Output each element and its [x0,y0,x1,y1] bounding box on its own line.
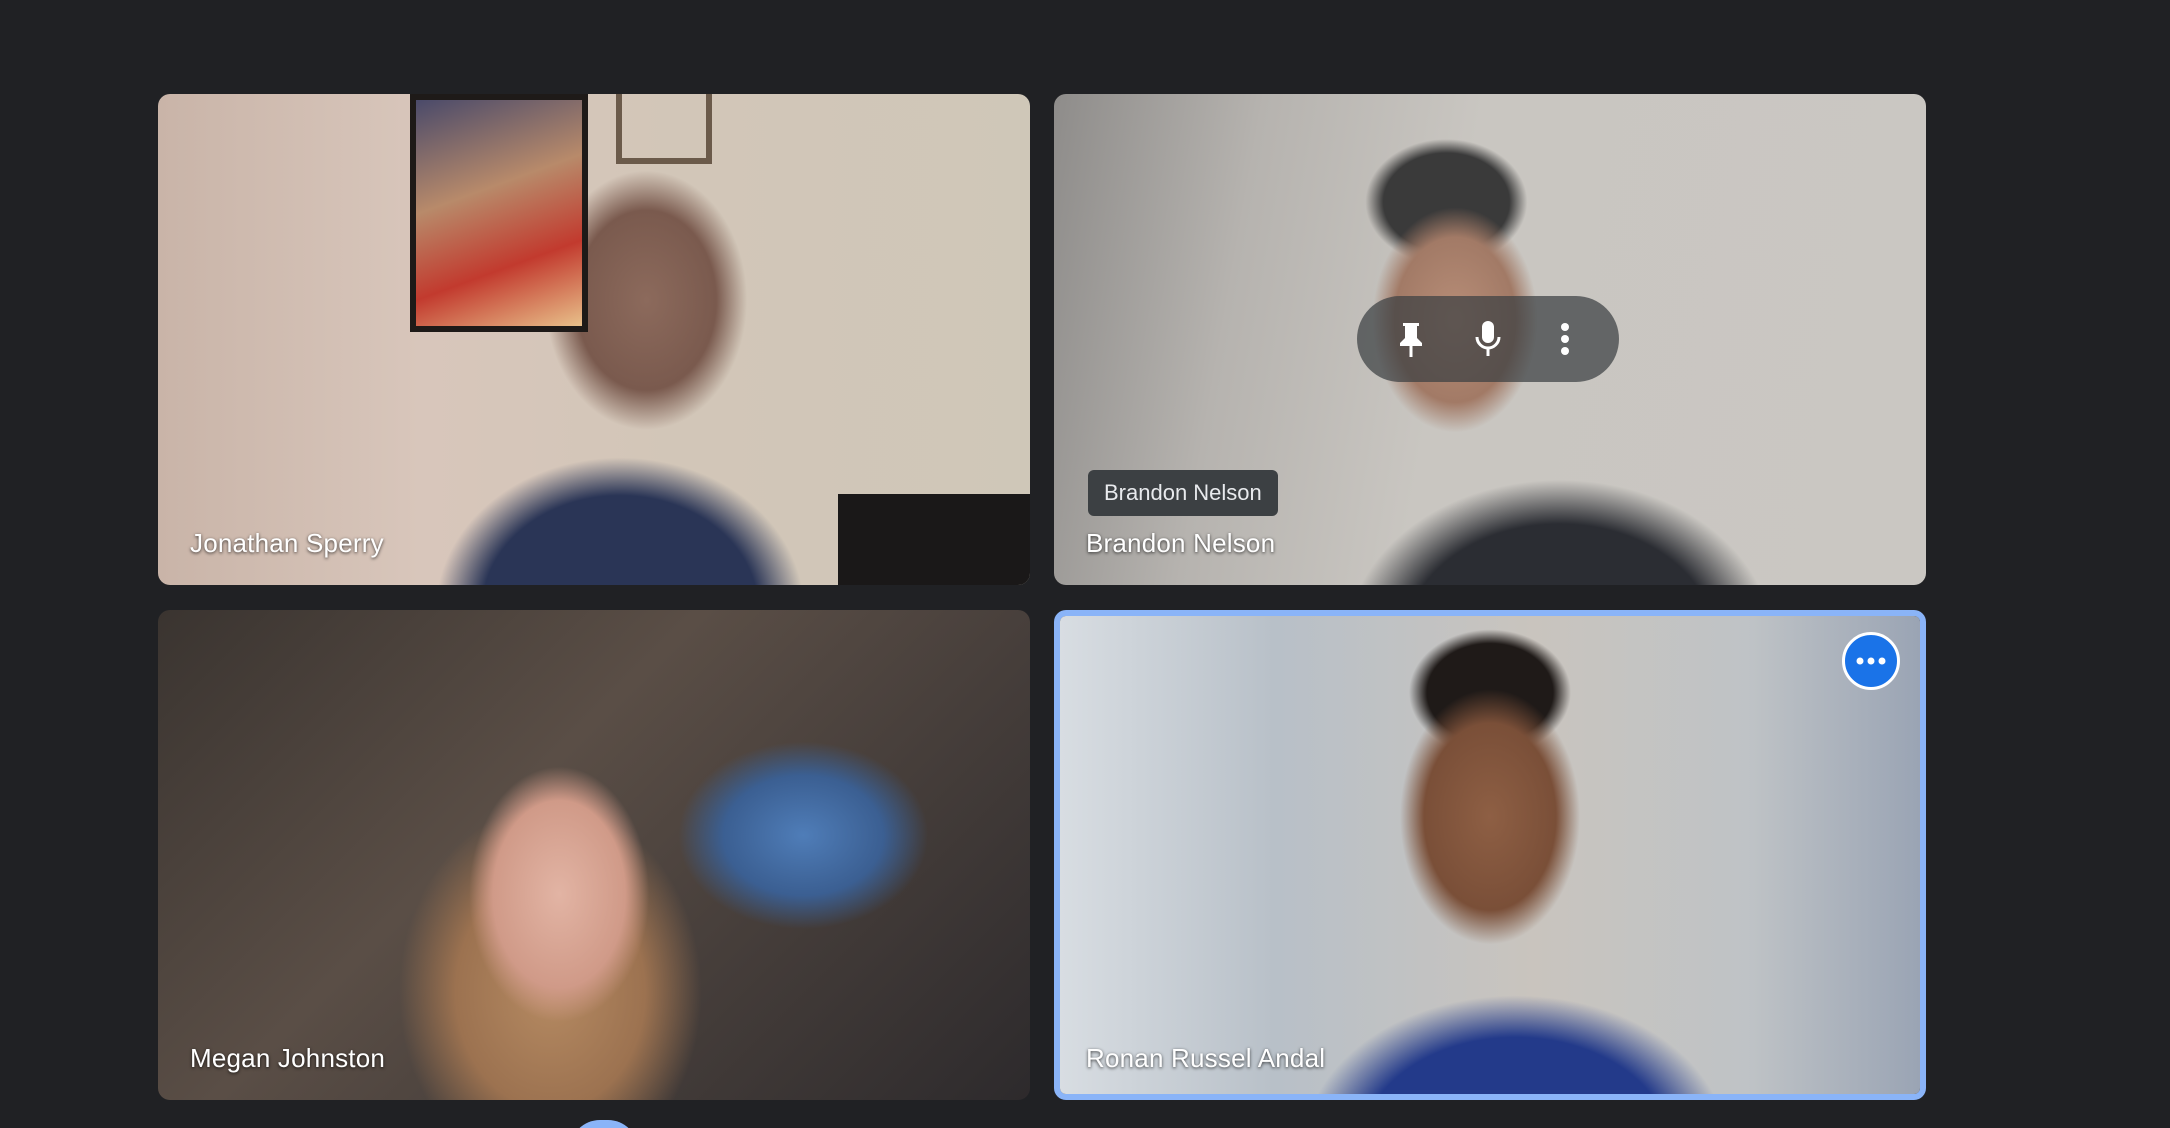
tile-hover-controls [1357,296,1619,382]
bottom-control-peek[interactable] [570,1120,638,1128]
participant-name-tooltip: Brandon Nelson [1088,470,1278,516]
pin-button[interactable] [1382,310,1440,368]
desk [838,494,1030,585]
microphone-icon [1473,319,1503,359]
participant-tile-jonathan[interactable]: Jonathan Sperry [158,94,1030,585]
participant-name: Ronan Russel Andal [1086,1043,1326,1073]
more-vert-icon [1560,322,1570,356]
meeting-grid: Jonathan Sperry Brandon Nelson Brandon N… [0,0,2170,1128]
more-options-button[interactable] [1536,310,1594,368]
wall-shelf [616,94,712,164]
participant-video [158,610,1030,1100]
participant-name: Megan Johnston [190,1043,386,1073]
participant-name: Brandon Nelson [1086,528,1276,558]
mute-participant-button[interactable] [1459,310,1517,368]
participant-name: Jonathan Sperry [190,528,384,558]
participant-tile-brandon[interactable]: Brandon Nelson Brandon Nelson [1054,94,1926,585]
participant-video [1060,616,1920,1094]
participant-more-button[interactable] [1842,632,1900,690]
participant-tile-megan[interactable]: Megan Johnston [158,610,1030,1100]
participant-tile-ronan[interactable]: Ronan Russel Andal [1054,610,1926,1100]
wall-poster [410,94,588,332]
pin-icon [1396,320,1426,358]
more-horiz-icon [1856,652,1886,670]
